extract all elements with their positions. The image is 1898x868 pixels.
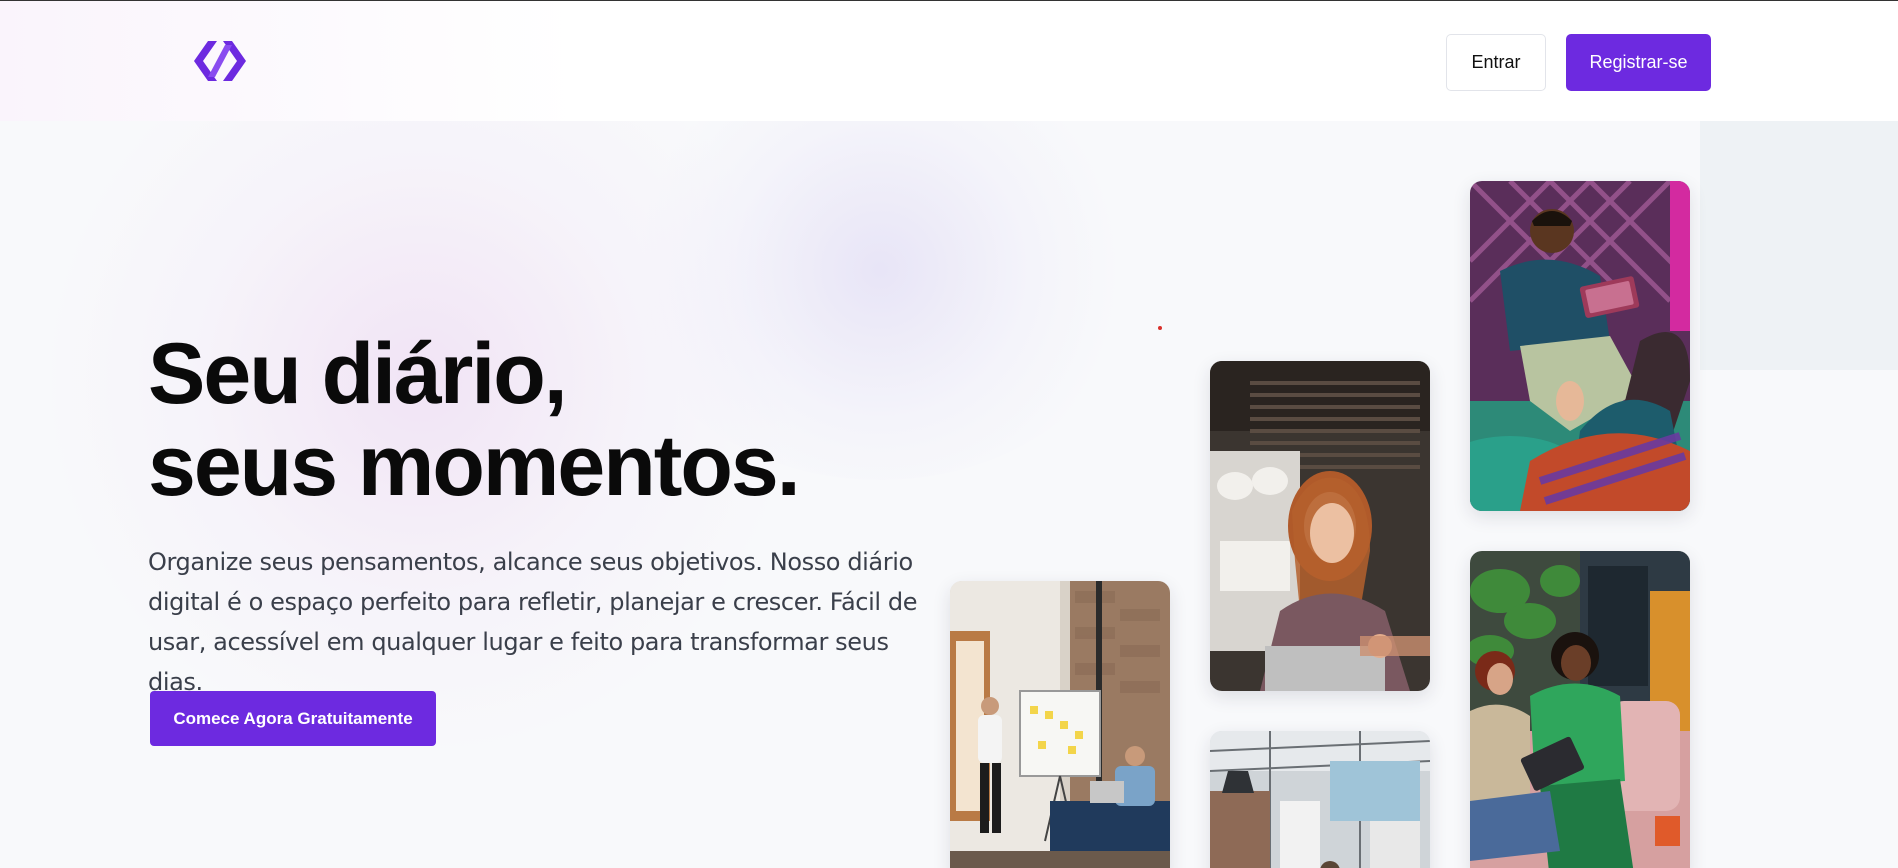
hero-title-line-2: seus momentos. xyxy=(148,418,801,514)
get-started-button[interactable]: Comece Agora Gratuitamente xyxy=(150,691,436,746)
brand-logo[interactable] xyxy=(188,37,252,85)
woman-laptop-photo xyxy=(1210,361,1430,691)
man-tablet-photo xyxy=(1470,181,1690,511)
hero-title: Seu diário, seus momentos. xyxy=(148,328,928,512)
decorative-panel xyxy=(1700,120,1898,370)
women-sofa-photo xyxy=(1470,551,1690,868)
register-button[interactable]: Registrar-se xyxy=(1566,34,1711,91)
hero-title-line-1: Seu diário, xyxy=(148,326,568,422)
decorative-dot xyxy=(1158,326,1162,330)
hero-description: Organize seus pensamentos, alcance seus … xyxy=(148,548,918,696)
office-whiteboard-photo xyxy=(950,581,1170,868)
login-button[interactable]: Entrar xyxy=(1446,34,1546,91)
site-header: Entrar Registrar-se xyxy=(0,1,1898,121)
industrial-office-photo xyxy=(1210,731,1430,868)
code-brackets-icon xyxy=(194,41,246,81)
